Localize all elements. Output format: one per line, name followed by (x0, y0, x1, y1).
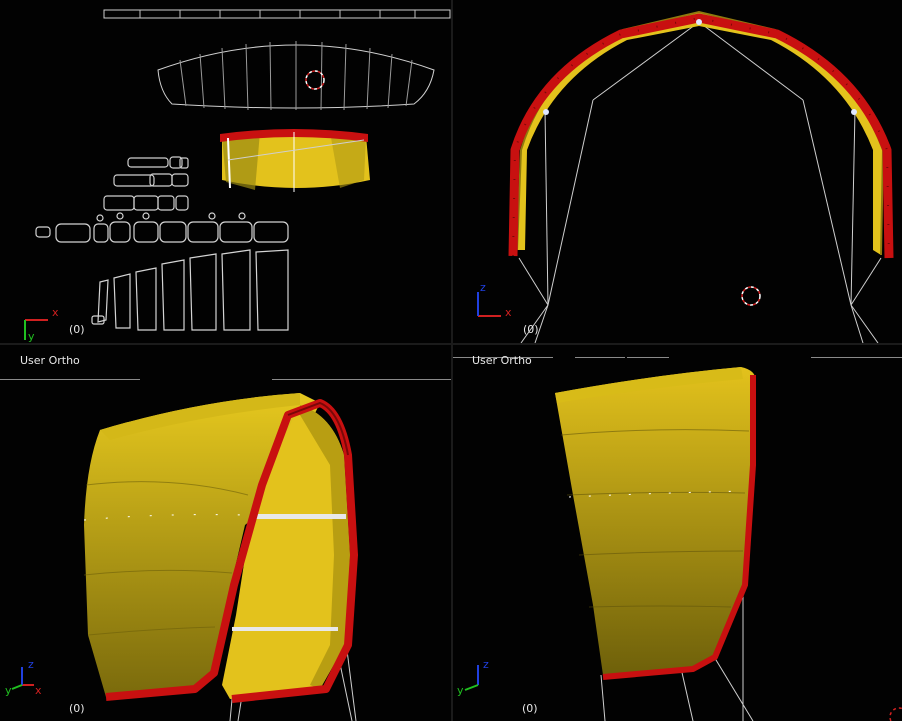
spar-outline (103, 9, 451, 19)
viewport-bottom-left[interactable]: User Ortho x y z (0) (0, 345, 451, 721)
frame-number: (0) (522, 702, 538, 715)
kite-front-view (220, 129, 370, 192)
leading-edge-tube (508, 13, 894, 259)
spar-ribs (139, 10, 416, 18)
canopy-plan-ribs (179, 41, 413, 111)
axis-label-y: y (5, 684, 12, 697)
strut-parts-small (103, 156, 189, 211)
viewport-top-right[interactable]: x z (0) (453, 0, 902, 343)
strut-lower (232, 627, 338, 631)
top-left-scene (24, 9, 451, 340)
axis-gizmo-icon (464, 665, 479, 691)
axis-label-x: x (52, 306, 59, 319)
frame-number: (0) (69, 702, 85, 715)
bottom-right-scene (464, 367, 902, 721)
axis-label-x: x (35, 684, 42, 697)
axis-label-z: z (480, 281, 486, 294)
axis-gizmo-icon (477, 292, 501, 317)
strut-parts-large (91, 249, 289, 331)
axis-label-z: z (483, 658, 489, 671)
viewport-bottom-right[interactable]: User Ortho z y (0) (453, 345, 902, 721)
strut-parts-medium (35, 212, 289, 243)
axis-label-x: x (505, 306, 512, 319)
axis-label-z: z (28, 658, 34, 671)
frame-number: (0) (69, 323, 85, 336)
top-right-scene (477, 10, 894, 343)
bottom-left-scene (11, 393, 358, 721)
frame-number: (0) (523, 323, 539, 336)
axis-label-y: y (457, 684, 464, 697)
kite-canopy-front (517, 12, 883, 255)
axis-label-y: y (28, 330, 35, 343)
3d-cursor-icon (741, 286, 761, 306)
3d-cursor-icon (889, 707, 902, 721)
strut-upper (254, 514, 346, 519)
viewport-top-left[interactable]: x y (0) (0, 0, 451, 343)
